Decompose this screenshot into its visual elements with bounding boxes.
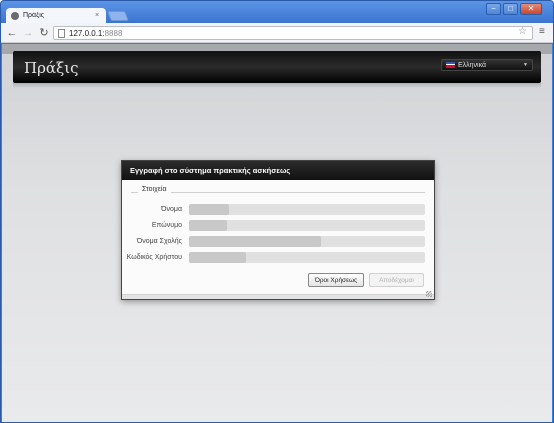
- browser-toolbar: ← → ↻ 127.0.0.1: 8888 ☆ ≡: [1, 23, 553, 43]
- tab-title: Πράξις: [23, 12, 45, 19]
- chevron-down-icon: ▼: [523, 62, 528, 68]
- language-label: Ελληνικά: [458, 61, 487, 69]
- user-code-fill: [189, 252, 246, 263]
- dialog-title: Εγγραφή στο σύστημα πρακτικής ασκήσεως: [130, 166, 291, 175]
- registration-dialog: Εγγραφή στο σύστημα πρακτικής ασκήσεως Σ…: [121, 160, 435, 300]
- close-window-button[interactable]: ✕: [520, 3, 542, 15]
- dialog-footer: [122, 294, 434, 299]
- first-name-field[interactable]: [189, 204, 425, 215]
- app-header: Πράξις Ελληνικά ▼: [13, 51, 541, 88]
- tab-close-icon[interactable]: ×: [93, 12, 101, 19]
- last-name-fill: [189, 220, 227, 231]
- star-icon[interactable]: ☆: [518, 26, 527, 37]
- form-row-last-name: Επώνυμο: [122, 220, 434, 232]
- browser-tab[interactable]: Πράξις ×: [6, 8, 106, 23]
- last-name-label: Επώνυμο: [151, 222, 182, 229]
- user-code-label: Κωδικός Χρήστου: [126, 254, 182, 261]
- fieldset-legend: Στοιχεία: [138, 186, 171, 193]
- fieldset-divider: [131, 192, 425, 193]
- wrench-icon[interactable]: ≡: [539, 26, 545, 37]
- minimize-button[interactable]: −: [486, 3, 501, 15]
- form-row-first-name: Όνομα: [122, 204, 434, 216]
- title-bar: Πράξις × − □ ✕: [1, 1, 553, 23]
- maximize-button[interactable]: □: [503, 3, 518, 15]
- favicon-icon: [11, 11, 19, 20]
- form-row-user-code: Κωδικός Χρήστου: [122, 252, 434, 264]
- address-bar[interactable]: 127.0.0.1: 8888: [53, 26, 533, 40]
- school-name-fill: [189, 236, 322, 247]
- brand-logo[interactable]: Πράξις: [24, 59, 79, 77]
- language-select[interactable]: Ελληνικά ▼: [441, 59, 533, 71]
- forward-arrow-icon[interactable]: →: [21, 26, 35, 40]
- school-name-label: Όνομα Σχολής: [136, 238, 182, 245]
- user-code-field[interactable]: [189, 252, 425, 263]
- first-name-label: Όνομα: [161, 206, 182, 213]
- last-name-field[interactable]: [189, 220, 425, 231]
- greek-flag-icon: [446, 62, 455, 68]
- dialog-header: Εγγραφή στο σύστημα πρακτικής ασκήσεως: [122, 161, 434, 180]
- terms-button[interactable]: Όροι Χρήσεως: [308, 273, 364, 287]
- form-row-school-name: Όνομα Σχολής: [122, 236, 434, 248]
- page-icon: [58, 28, 65, 38]
- url-host: 127.0.0.1:: [69, 28, 105, 38]
- page-content: Πράξις Ελληνικά ▼ Εγγραφή στο σύστημα πρ…: [2, 44, 552, 422]
- new-tab-button[interactable]: [107, 11, 129, 21]
- resize-grip-icon[interactable]: [426, 291, 432, 297]
- school-name-field[interactable]: [189, 236, 425, 247]
- first-name-fill: [189, 204, 230, 215]
- url-port: 8888: [104, 28, 123, 38]
- browser-window: Πράξις × − □ ✕ ← → ↻ 127.0.0.1: 8888 ☆ ≡ …: [0, 0, 554, 423]
- back-arrow-icon[interactable]: ←: [5, 26, 19, 40]
- accept-button[interactable]: Αποδέχομαι: [369, 273, 424, 287]
- reload-icon[interactable]: ↻: [37, 26, 51, 40]
